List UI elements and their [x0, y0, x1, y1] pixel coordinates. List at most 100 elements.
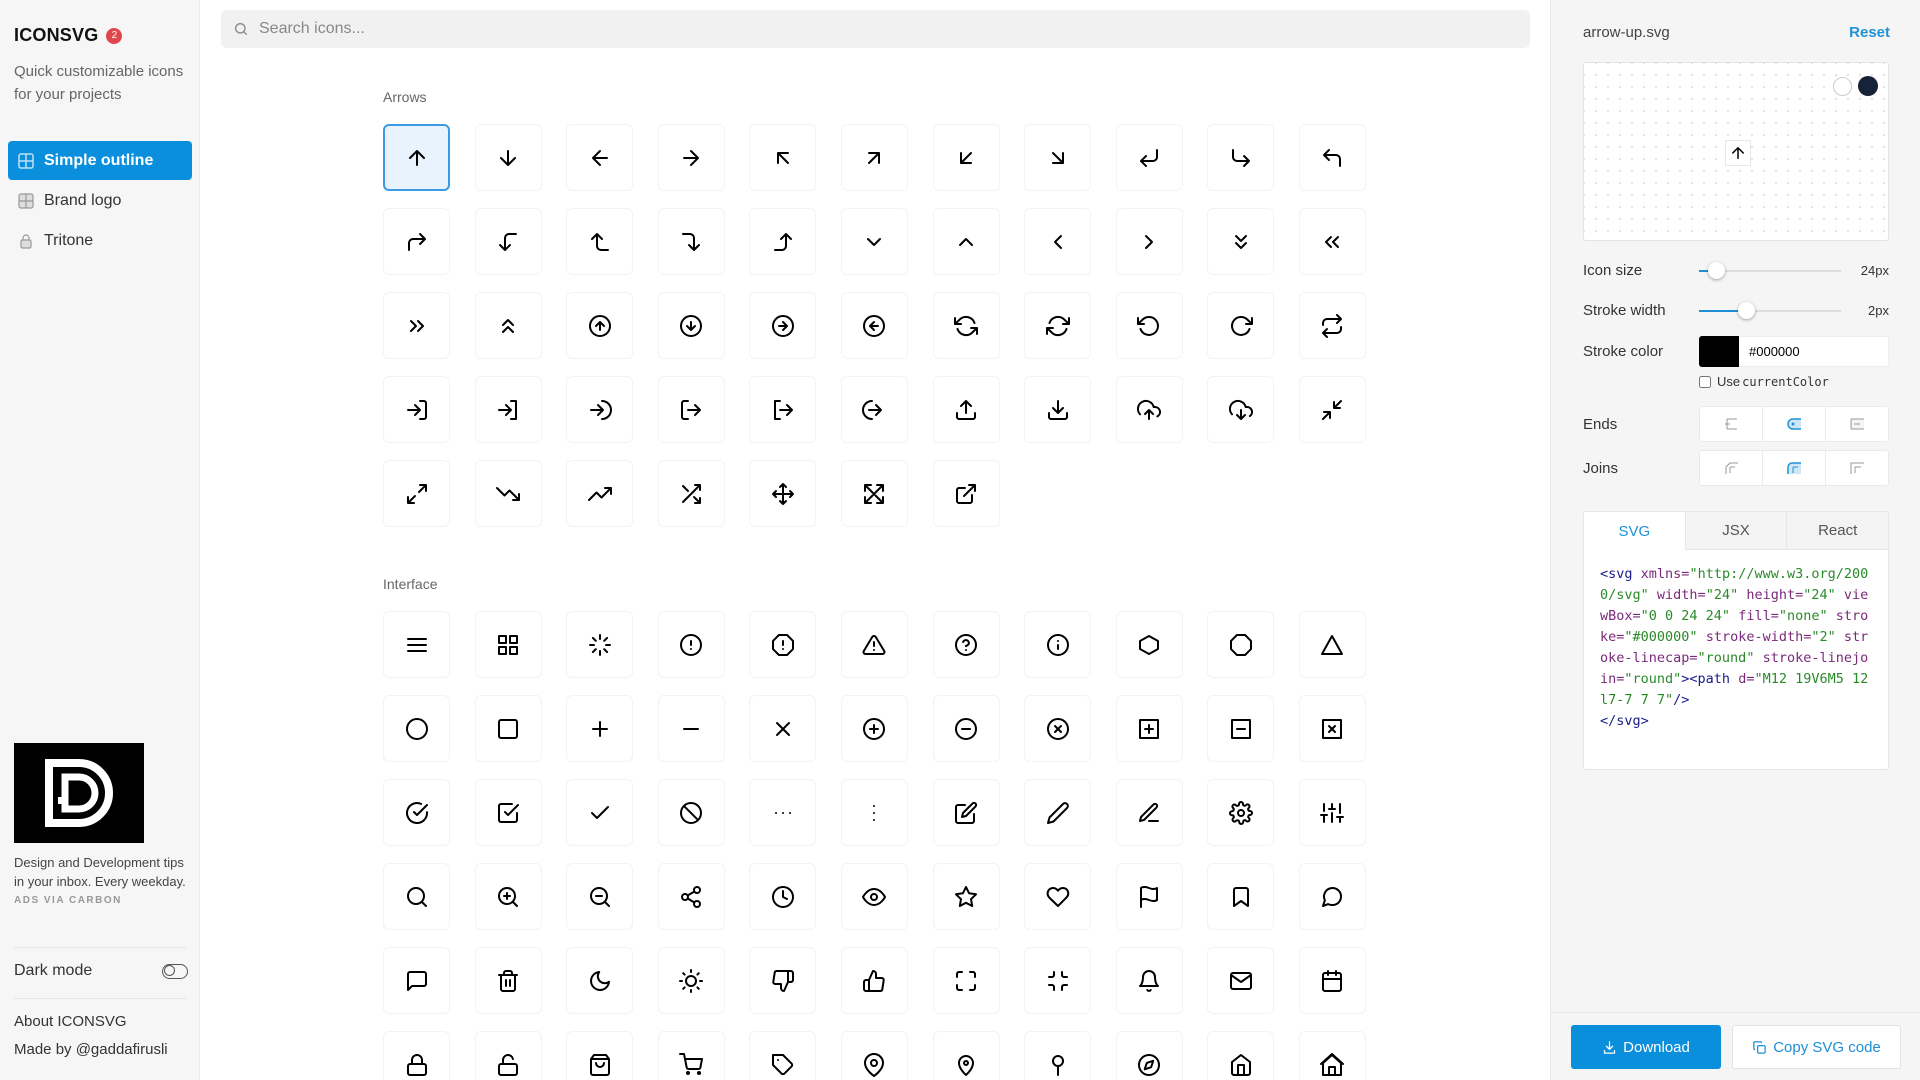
icon-cell-alert-circle[interactable] — [657, 611, 725, 678]
icon-cell-pin[interactable] — [1024, 1031, 1092, 1080]
icon-cell-corner-down-left[interactable] — [1115, 124, 1183, 191]
icon-cell-bell[interactable] — [1115, 947, 1183, 1014]
icon-cell-moon[interactable] — [566, 947, 634, 1014]
preview-bg-white[interactable] — [1833, 77, 1852, 96]
icon-cell-zoom-in[interactable] — [474, 863, 542, 930]
icon-cell-corner-down-right[interactable] — [1207, 124, 1275, 191]
icon-cell-upload[interactable] — [932, 376, 1000, 443]
icon-cell-calendar[interactable] — [1298, 947, 1366, 1014]
icon-cell-lock[interactable] — [383, 1031, 450, 1080]
icon-cell-log-out[interactable] — [657, 376, 725, 443]
icon-cell-arrow-up[interactable] — [383, 124, 450, 191]
icon-cell-bookmark[interactable] — [1207, 863, 1275, 930]
icon-cell-home-2[interactable] — [1298, 1031, 1366, 1080]
icon-cell-chevron-up[interactable] — [932, 208, 1000, 275]
icon-cell-check-square[interactable] — [474, 779, 542, 846]
carbon-ad[interactable]: Design and Development tips in your inbo… — [14, 743, 194, 906]
icon-cell-arrow-up-left[interactable] — [749, 124, 817, 191]
icon-cell-eye[interactable] — [840, 863, 908, 930]
icon-cell-corner-left-down[interactable] — [474, 208, 542, 275]
ends-square[interactable] — [1826, 407, 1888, 441]
icon-cell-star[interactable] — [932, 863, 1000, 930]
icon-cell-help-circle[interactable] — [932, 611, 1000, 678]
icon-cell-clock[interactable] — [749, 863, 817, 930]
tab-react[interactable]: React — [1786, 512, 1889, 550]
icon-cell-grid[interactable] — [474, 611, 542, 678]
icon-cell-unlock[interactable] — [474, 1031, 542, 1080]
icon-cell-chevrons-left[interactable] — [1298, 208, 1366, 275]
search-bar[interactable] — [221, 10, 1530, 48]
icon-cell-hexagon[interactable] — [1115, 611, 1183, 678]
icon-cell-x-circle[interactable] — [1024, 695, 1092, 762]
icon-cell-minimize-2[interactable] — [1298, 376, 1366, 443]
icon-cell-shopping-bag[interactable] — [566, 1031, 634, 1080]
reset-button[interactable]: Reset — [1849, 24, 1890, 41]
icon-cell-slash[interactable] — [657, 779, 725, 846]
icon-cell-corner-right-down[interactable] — [657, 208, 725, 275]
slider-thumb[interactable] — [1737, 301, 1755, 319]
icon-cell-corner-left-up[interactable] — [566, 208, 634, 275]
icon-cell-arrow-left-circle[interactable] — [840, 292, 908, 359]
icon-cell-shopping-cart[interactable] — [657, 1031, 725, 1080]
icon-cell-maximize-2[interactable] — [383, 460, 450, 527]
icon-cell-repeat[interactable] — [1298, 292, 1366, 359]
icon-cell-tag[interactable] — [749, 1031, 817, 1080]
icon-cell-corner-right-up[interactable] — [749, 208, 817, 275]
icon-cell-minimize[interactable] — [1024, 947, 1092, 1014]
icon-cell-arrow-left[interactable] — [566, 124, 634, 191]
icon-cell-x[interactable] — [749, 695, 817, 762]
icon-cell-move[interactable] — [749, 460, 817, 527]
icon-cell-corner-up-right[interactable] — [383, 208, 450, 275]
icon-cell-chevron-left[interactable] — [1024, 208, 1092, 275]
icon-cell-check-circle[interactable] — [383, 779, 450, 846]
icon-cell-chevrons-down[interactable] — [1207, 208, 1275, 275]
icon-cell-rotate-ccw[interactable] — [1115, 292, 1183, 359]
icon-cell-x-square[interactable] — [1298, 695, 1366, 762]
nav-item-tritone[interactable]: Tritone — [8, 221, 192, 260]
icon-cell-loader[interactable] — [566, 611, 634, 678]
icon-cell-minus[interactable] — [657, 695, 725, 762]
stroke-color-swatch[interactable] — [1699, 336, 1739, 367]
icon-cell-arrow-down-circle[interactable] — [657, 292, 725, 359]
icon-cell-sliders[interactable] — [1298, 779, 1366, 846]
stroke-color-input[interactable] — [1739, 336, 1889, 367]
tab-jsx[interactable]: JSX — [1684, 512, 1787, 550]
icon-cell-arrow-up-circle[interactable] — [566, 292, 634, 359]
icon-cell-share[interactable] — [657, 863, 725, 930]
icon-cell-upload-cloud[interactable] — [1115, 376, 1183, 443]
icon-cell-edit[interactable] — [932, 779, 1000, 846]
icon-cell-plus[interactable] — [566, 695, 634, 762]
notification-badge[interactable]: 2 — [106, 27, 123, 44]
icon-cell-zoom-out[interactable] — [566, 863, 634, 930]
copy-svg-button[interactable]: Copy SVG code — [1732, 1025, 1901, 1069]
ends-butt[interactable] — [1700, 407, 1763, 441]
search-input[interactable] — [259, 20, 1427, 38]
icon-cell-trending-down[interactable] — [474, 460, 542, 527]
icon-cell-circle[interactable] — [383, 695, 450, 762]
icon-cell-shuffle[interactable] — [657, 460, 725, 527]
icon-cell-log-in-circle[interactable] — [566, 376, 634, 443]
icon-cell-sun[interactable] — [657, 947, 725, 1014]
icon-cell-edit-2[interactable] — [1024, 779, 1092, 846]
icon-cell-log-in[interactable] — [383, 376, 450, 443]
icon-cell-log-out-circle[interactable] — [840, 376, 908, 443]
icon-cell-home[interactable] — [1207, 1031, 1275, 1080]
dark-mode-toggle[interactable] — [162, 963, 188, 979]
stroke-width-slider[interactable] — [1699, 301, 1841, 319]
icon-cell-thumbs-up[interactable] — [840, 947, 908, 1014]
icon-cell-corner-up-left[interactable] — [1298, 124, 1366, 191]
joins-round[interactable] — [1763, 451, 1826, 485]
tab-svg[interactable]: SVG — [1584, 512, 1685, 550]
icon-cell-rotate-cw[interactable] — [1207, 292, 1275, 359]
icon-cell-map-pin[interactable] — [840, 1031, 908, 1080]
icon-cell-more-horizontal[interactable] — [749, 779, 817, 846]
icon-cell-refresh-ccw[interactable] — [932, 292, 1000, 359]
icon-cell-arrow-down[interactable] — [474, 124, 542, 191]
icon-cell-triangle[interactable] — [1298, 611, 1366, 678]
use-current-color-checkbox[interactable] — [1699, 375, 1711, 388]
icon-cell-log-in-2[interactable] — [474, 376, 542, 443]
icon-cell-chevrons-right[interactable] — [383, 292, 450, 359]
icon-cell-heart[interactable] — [1024, 863, 1092, 930]
nav-item-simple-outline[interactable]: Simple outline — [8, 141, 192, 180]
icon-cell-refresh-cw[interactable] — [1024, 292, 1092, 359]
